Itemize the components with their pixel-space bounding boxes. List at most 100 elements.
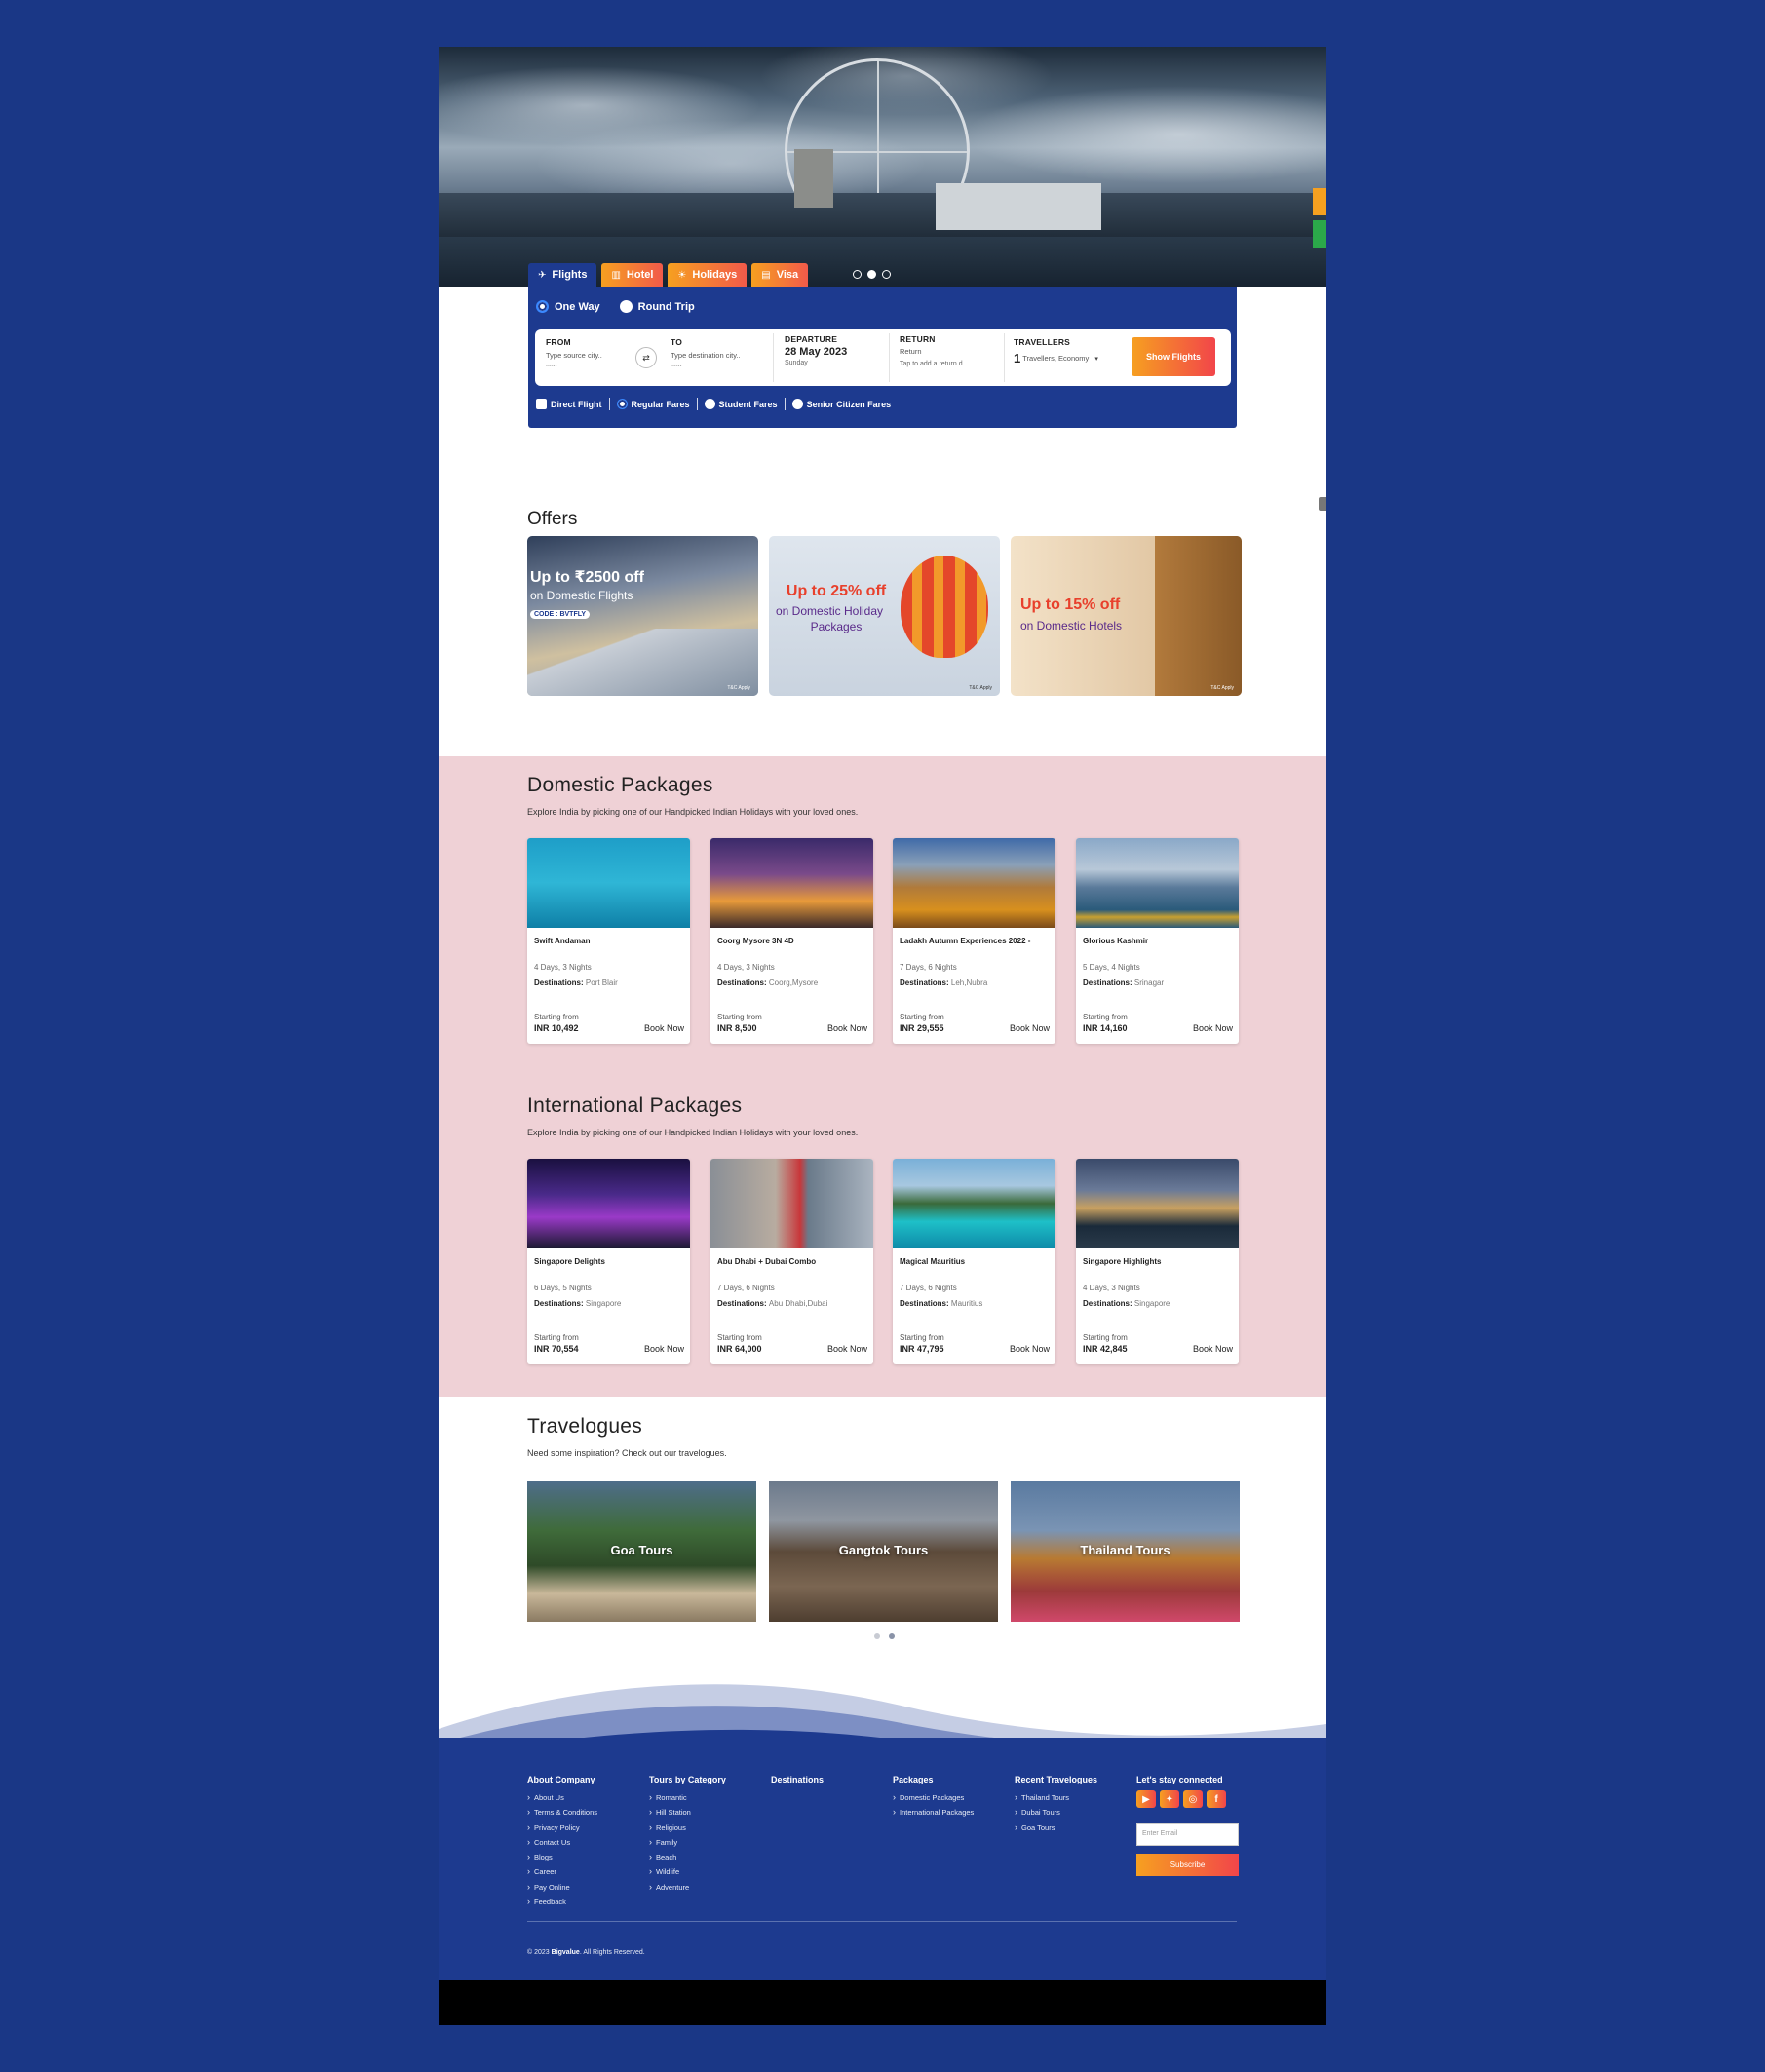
instagram-icon[interactable]: ◎ bbox=[1183, 1790, 1203, 1808]
footer-link[interactable]: Religious bbox=[649, 1821, 726, 1835]
offer-card-holidays[interactable]: Up to 25% off on Domestic Holiday Packag… bbox=[769, 536, 1000, 696]
footer-link[interactable]: Family bbox=[649, 1835, 726, 1850]
brand-name: Bigvalue bbox=[551, 1949, 580, 1956]
package-card[interactable]: Coorg Mysore 3N 4D 4 Days, 3 Nights Dest… bbox=[710, 838, 873, 1044]
show-flights-button[interactable]: Show Flights bbox=[1132, 337, 1215, 376]
hero-tower bbox=[794, 149, 833, 208]
promo-code-badge: CODE : BVTFLY bbox=[530, 610, 591, 619]
regular-fares-radio[interactable]: Regular Fares bbox=[616, 399, 690, 409]
carousel-dot[interactable] bbox=[882, 270, 891, 279]
package-card[interactable]: Ladakh Autumn Experiences 2022 - 7 Days,… bbox=[893, 838, 1055, 1044]
twitter-icon[interactable]: ✦ bbox=[1160, 1790, 1179, 1808]
book-now-button[interactable]: Book Now bbox=[1193, 1023, 1233, 1033]
footer-category-column: Tours by Category Romantic Hill Station … bbox=[649, 1775, 726, 1895]
footer-link[interactable]: Beach bbox=[649, 1850, 726, 1864]
package-card[interactable]: Abu Dhabi + Dubai Combo 7 Days, 6 Nights… bbox=[710, 1159, 873, 1364]
chevron-down-icon: ▾ bbox=[1094, 355, 1098, 363]
divider bbox=[696, 398, 698, 410]
package-price: INR 70,554 bbox=[534, 1344, 579, 1354]
footer-link[interactable]: Goa Tours bbox=[1015, 1821, 1097, 1835]
tab-visa[interactable]: ▤ Visa bbox=[751, 263, 809, 287]
footer-link[interactable]: Domestic Packages bbox=[893, 1790, 974, 1805]
footer-packages-column: Packages Domestic Packages International… bbox=[893, 1775, 974, 1821]
footer-link[interactable]: Terms & Conditions bbox=[527, 1805, 597, 1820]
footer-link[interactable]: Romantic bbox=[649, 1790, 726, 1805]
carousel-dot[interactable] bbox=[874, 1633, 880, 1639]
plane-icon: ✈ bbox=[538, 269, 547, 281]
travelogue-card-goa[interactable]: Goa Tours bbox=[527, 1481, 756, 1622]
tab-flights[interactable]: ✈ Flights bbox=[528, 263, 597, 287]
dubai-skyline-image bbox=[710, 1159, 873, 1248]
swap-cities-icon[interactable]: ⇄ bbox=[635, 347, 657, 368]
package-price: INR 8,500 bbox=[717, 1023, 757, 1033]
footer-link[interactable]: About Us bbox=[527, 1790, 597, 1805]
package-card[interactable]: Glorious Kashmir 5 Days, 4 Nights Destin… bbox=[1076, 838, 1239, 1044]
return-field[interactable]: RETURN Return Tap to add a return d.. bbox=[900, 334, 967, 367]
marina-bay-image bbox=[1076, 1159, 1239, 1248]
radio-selected[interactable] bbox=[616, 399, 628, 409]
footer-link[interactable]: Privacy Policy bbox=[527, 1821, 597, 1835]
carousel-dot-active[interactable] bbox=[867, 270, 876, 279]
package-card[interactable]: Swift Andaman 4 Days, 3 Nights Destinati… bbox=[527, 838, 690, 1044]
international-packages-title: International Packages bbox=[527, 1094, 743, 1117]
side-tab-orange[interactable] bbox=[1313, 188, 1326, 215]
tab-holidays[interactable]: ☀ Holidays bbox=[668, 263, 748, 287]
book-now-button[interactable]: Book Now bbox=[644, 1023, 684, 1033]
subscribe-button[interactable]: Subscribe bbox=[1136, 1854, 1239, 1876]
book-now-button[interactable]: Book Now bbox=[827, 1344, 867, 1354]
carousel-dot[interactable] bbox=[853, 270, 862, 279]
footer-link[interactable]: International Packages bbox=[893, 1805, 974, 1820]
carousel-dot-active[interactable] bbox=[889, 1633, 895, 1639]
footer-link[interactable]: Feedback bbox=[527, 1895, 597, 1909]
radio-unselected[interactable] bbox=[619, 300, 633, 313]
package-price: INR 29,555 bbox=[900, 1023, 944, 1033]
offer-card-hotels[interactable]: Up to 15% off on Domestic Hotels T&C App… bbox=[1011, 536, 1242, 696]
youtube-icon[interactable]: ▶ bbox=[1136, 1790, 1156, 1808]
footer-link[interactable]: Pay Online bbox=[527, 1880, 597, 1895]
checkbox[interactable] bbox=[536, 399, 547, 409]
footer-link[interactable]: Wildlife bbox=[649, 1864, 726, 1879]
footer-link[interactable]: Adventure bbox=[649, 1880, 726, 1895]
departure-field[interactable]: DEPARTURE 28 May 2023 Sunday bbox=[785, 334, 847, 366]
from-field[interactable]: FROM Type source city.. ...... bbox=[546, 337, 602, 368]
book-now-button[interactable]: Book Now bbox=[1010, 1344, 1050, 1354]
student-fares-radio[interactable]: Student Fares bbox=[704, 399, 778, 409]
package-card[interactable]: Singapore Highlights 4 Days, 3 Nights De… bbox=[1076, 1159, 1239, 1364]
side-tab-green[interactable] bbox=[1313, 220, 1326, 248]
radio-unselected[interactable] bbox=[791, 399, 803, 409]
radio-selected[interactable] bbox=[536, 300, 549, 313]
footer-link[interactable]: Thailand Tours bbox=[1015, 1790, 1097, 1805]
radio-one-way[interactable]: One Way bbox=[536, 300, 600, 313]
mysore-palace-image bbox=[710, 838, 873, 928]
package-card[interactable]: Magical Mauritius 7 Days, 6 Nights Desti… bbox=[893, 1159, 1055, 1364]
radio-round-trip[interactable]: Round Trip bbox=[619, 300, 695, 313]
footer-link[interactable]: Blogs bbox=[527, 1850, 597, 1864]
footer-link[interactable]: Hill Station bbox=[649, 1805, 726, 1820]
travelogue-card-gangtok[interactable]: Gangtok Tours bbox=[769, 1481, 998, 1622]
travellers-field[interactable]: TRAVELLERS 1 Travellers, Economy ▾ bbox=[1014, 337, 1098, 365]
footer-link[interactable]: Dubai Tours bbox=[1015, 1805, 1097, 1820]
email-input[interactable]: Enter Email bbox=[1136, 1823, 1239, 1846]
book-now-button[interactable]: Book Now bbox=[827, 1023, 867, 1033]
side-scroll-handle[interactable] bbox=[1319, 497, 1326, 511]
travelogue-card-thailand[interactable]: Thailand Tours bbox=[1011, 1481, 1240, 1622]
search-fields: FROM Type source city.. ...... ⇄ TO Type… bbox=[535, 329, 1231, 386]
footer-link[interactable]: Contact Us bbox=[527, 1835, 597, 1850]
offers-title: Offers bbox=[527, 509, 578, 529]
direct-flight-checkbox[interactable]: Direct Flight bbox=[536, 399, 602, 409]
radio-unselected[interactable] bbox=[704, 399, 715, 409]
hero-skyline bbox=[439, 193, 1326, 242]
offer-card-flights[interactable]: Up to ₹2500 off on Domestic Flights CODE… bbox=[527, 536, 758, 696]
book-now-button[interactable]: Book Now bbox=[1193, 1344, 1233, 1354]
book-now-button[interactable]: Book Now bbox=[644, 1344, 684, 1354]
international-packages-subtitle: Explore India by picking one of our Hand… bbox=[527, 1128, 859, 1137]
footer-link[interactable]: Career bbox=[527, 1864, 597, 1879]
tab-hotel[interactable]: ▥ Hotel bbox=[601, 263, 664, 287]
senior-citizen-fares-radio[interactable]: Senior Citizen Fares bbox=[791, 399, 891, 409]
facebook-icon[interactable]: f bbox=[1207, 1790, 1226, 1808]
to-field[interactable]: TO Type destination city.. ...... bbox=[671, 337, 741, 368]
package-price: INR 64,000 bbox=[717, 1344, 762, 1354]
book-now-button[interactable]: Book Now bbox=[1010, 1023, 1050, 1033]
package-card[interactable]: Singapore Delights 6 Days, 5 Nights Dest… bbox=[527, 1159, 690, 1364]
bottom-bar bbox=[439, 1980, 1326, 2025]
